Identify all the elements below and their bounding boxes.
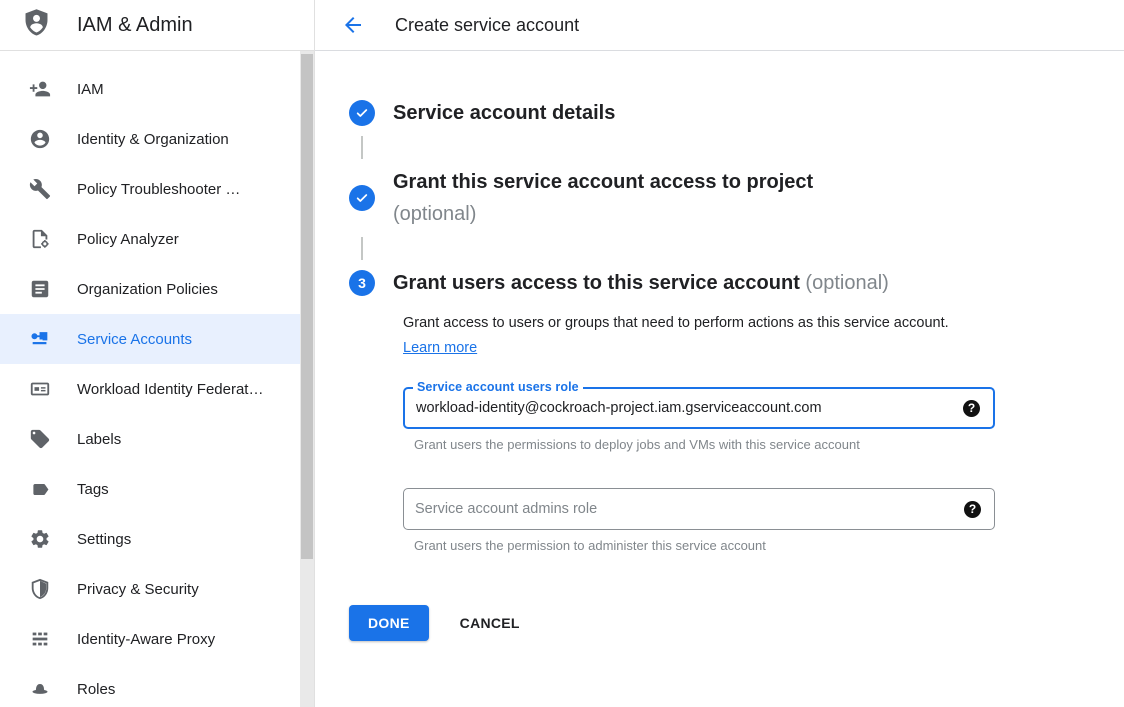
step-connector [361, 136, 363, 159]
sidebar-item-label: Identity-Aware Proxy [77, 631, 215, 648]
service-account-users-role-input[interactable] [416, 400, 953, 416]
sidebar-item-label: Workload Identity Federat… [77, 381, 263, 398]
sidebar-nav: IAM Identity & Organization Policy Troub… [0, 51, 314, 707]
service-account-admins-role-input[interactable] [415, 501, 954, 517]
spacer [403, 452, 1124, 488]
sidebar-item-iam[interactable]: IAM [0, 64, 314, 114]
sidebar-item-label: IAM [77, 81, 104, 98]
step-1-check-icon [349, 100, 375, 126]
sidebar-item-labels[interactable]: Labels [0, 414, 314, 464]
sidebar-item-tags[interactable]: Tags [0, 464, 314, 514]
step-3-description: Grant access to users or groups that nee… [403, 311, 958, 361]
topbar: Create service account [315, 0, 1124, 51]
card-icon [28, 377, 52, 401]
sidebar-item-identity-organization[interactable]: Identity & Organization [0, 114, 314, 164]
gear-icon [28, 527, 52, 551]
help-icon[interactable]: ? [964, 501, 981, 518]
sidebar-item-policy-troubleshooter[interactable]: Policy Troubleshooter … [0, 164, 314, 214]
page-title: Create service account [395, 15, 579, 36]
step-2-row: Grant this service account access to pro… [349, 166, 1124, 230]
step-connector [361, 237, 363, 260]
step-3-optional-label: (optional) [805, 272, 888, 294]
sidebar-item-policy-analyzer[interactable]: Policy Analyzer [0, 214, 314, 264]
step-2-title: Grant this service account access to pro… [393, 166, 813, 198]
sidebar-scrollbar-track [300, 51, 314, 707]
sidebar-item-label: Organization Policies [77, 281, 218, 298]
label-icon [28, 427, 52, 451]
sidebar-item-label: Privacy & Security [77, 581, 199, 598]
step-3-number-badge: 3 [349, 270, 375, 296]
sidebar-header: IAM & Admin [0, 0, 314, 51]
back-button[interactable] [341, 13, 365, 37]
hat-icon [28, 677, 52, 701]
form-actions: DONE CANCEL [349, 605, 1124, 641]
main-area: Create service account Service account d… [315, 0, 1124, 707]
sidebar-item-label: Identity & Organization [77, 131, 229, 148]
step-2-optional-label: (optional) [393, 198, 813, 230]
account-circle-icon [28, 127, 52, 151]
shield-half-icon [28, 577, 52, 601]
admins-role-helper-text: Grant users the permission to administer… [414, 538, 1124, 553]
sidebar-item-roles[interactable]: Roles [0, 664, 314, 707]
sidebar: IAM & Admin IAM Identity & Organization … [0, 0, 315, 707]
policy-analyzer-icon [28, 227, 52, 251]
service-account-icon [28, 327, 52, 351]
learn-more-link[interactable]: Learn more [403, 340, 477, 356]
sidebar-item-label: Roles [77, 681, 115, 698]
sidebar-item-label: Policy Troubleshooter … [77, 181, 240, 198]
sidebar-item-label: Tags [77, 481, 109, 498]
sidebar-item-label: Policy Analyzer [77, 231, 179, 248]
sidebar-item-workload-identity-federation[interactable]: Workload Identity Federat… [0, 364, 314, 414]
sidebar-item-label: Settings [77, 531, 131, 548]
step-1-row: Service account details [349, 97, 1124, 129]
sidebar-item-label: Service Accounts [77, 331, 192, 348]
arrow-back-icon [341, 13, 365, 37]
service-account-users-role-label: Service account users role [413, 380, 583, 394]
iam-admin-shield-icon [21, 7, 52, 43]
service-account-users-role-field: Service account users role ? [403, 387, 995, 429]
wrench-icon [28, 177, 52, 201]
create-service-account-form: Service account details Grant this servi… [315, 51, 1124, 641]
tag-icon [28, 477, 52, 501]
help-icon[interactable]: ? [963, 400, 980, 417]
proxy-icon [28, 627, 52, 651]
step-3-title: Grant users access to this service accou… [393, 267, 889, 299]
step-1-title: Service account details [393, 97, 615, 129]
step-2-check-icon [349, 185, 375, 211]
person-add-icon [28, 77, 52, 101]
product-title: IAM & Admin [77, 14, 193, 37]
sidebar-scrollbar-thumb[interactable] [301, 54, 313, 559]
article-icon [28, 277, 52, 301]
sidebar-item-organization-policies[interactable]: Organization Policies [0, 264, 314, 314]
step-3-body: Grant access to users or groups that nee… [403, 311, 1124, 553]
sidebar-item-label: Labels [77, 431, 121, 448]
app-window: IAM & Admin IAM Identity & Organization … [0, 0, 1124, 707]
sidebar-item-identity-aware-proxy[interactable]: Identity-Aware Proxy [0, 614, 314, 664]
step-3-row: 3 Grant users access to this service acc… [349, 267, 1124, 299]
users-role-helper-text: Grant users the permissions to deploy jo… [414, 437, 1124, 452]
service-account-admins-role-field: ? [403, 488, 995, 530]
sidebar-item-settings[interactable]: Settings [0, 514, 314, 564]
cancel-button[interactable]: CANCEL [460, 615, 520, 631]
sidebar-item-service-accounts[interactable]: Service Accounts [0, 314, 314, 364]
sidebar-item-privacy-security[interactable]: Privacy & Security [0, 564, 314, 614]
done-button[interactable]: DONE [349, 605, 429, 641]
